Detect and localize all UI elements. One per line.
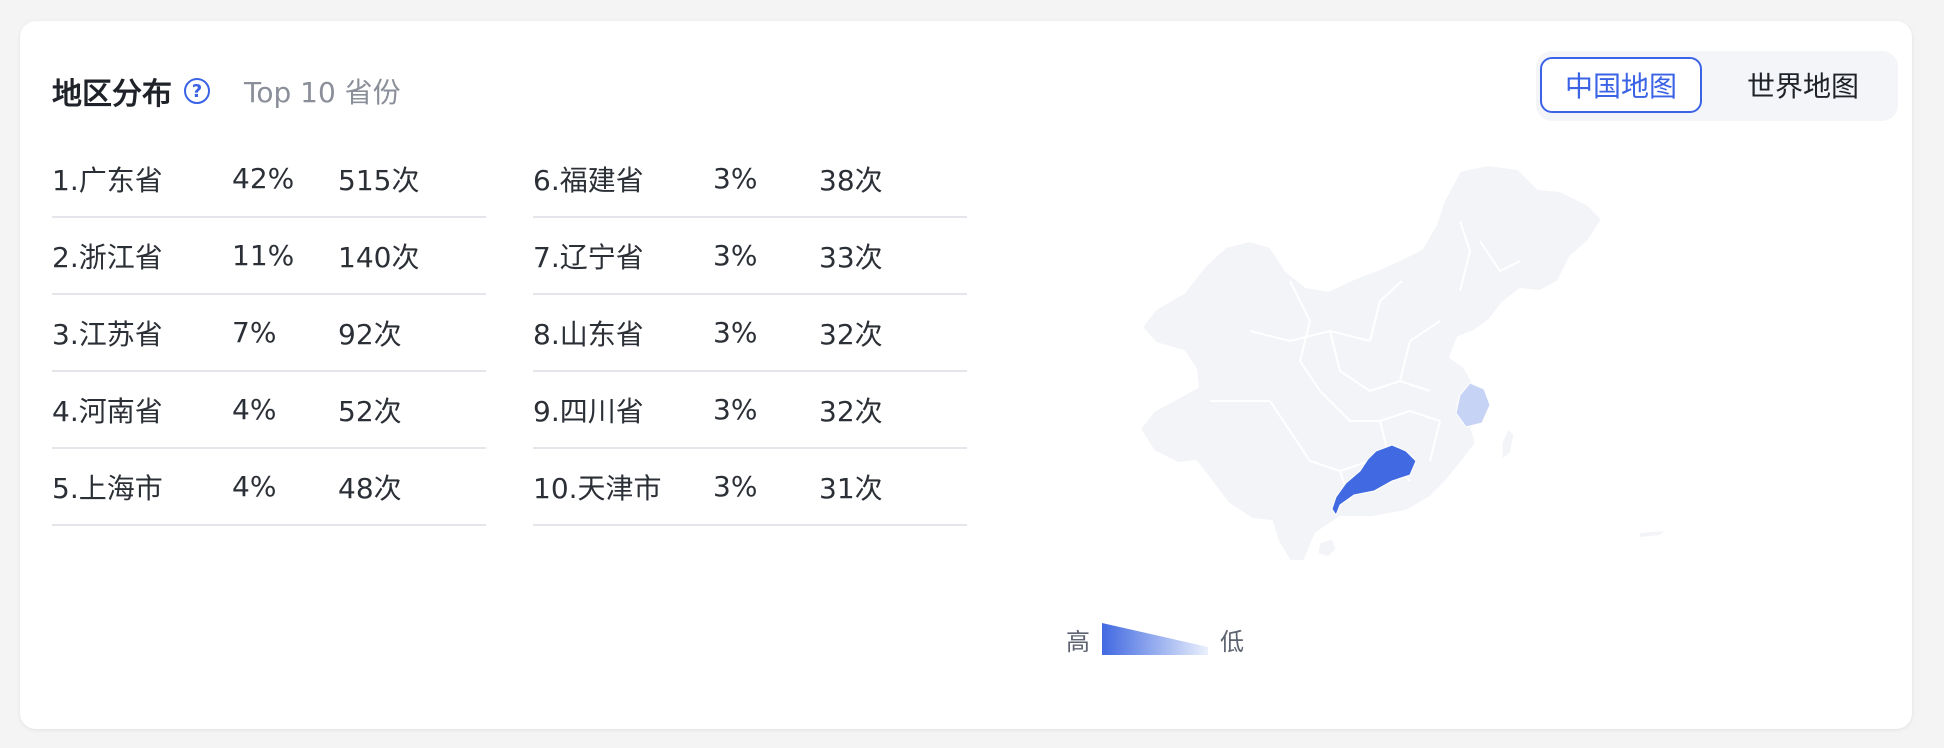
legend-low-label: 低 bbox=[1220, 627, 1244, 656]
ranking-table-right: 6.福建省 3% 38次 7.辽宁省 3% 33次 8.山东省 3% 32次 9… bbox=[533, 141, 967, 526]
province-hainan[interactable] bbox=[1317, 538, 1337, 558]
province-percent: 3% bbox=[713, 239, 758, 272]
province-count: 33次 bbox=[819, 240, 883, 274]
legend-high-label: 高 bbox=[1066, 627, 1090, 656]
province-name: 2.浙江省 bbox=[52, 240, 163, 274]
table-row: 2.浙江省 11% 140次 bbox=[52, 218, 486, 295]
province-name: 3.江苏省 bbox=[52, 317, 163, 351]
province-percent: 3% bbox=[713, 316, 758, 349]
province-name: 8.山东省 bbox=[533, 317, 644, 351]
map-type-switch: 中国地图 世界地图 bbox=[1536, 51, 1898, 121]
province-count: 32次 bbox=[819, 394, 883, 428]
province-name: 10.天津市 bbox=[533, 471, 662, 505]
province-name: 7.辽宁省 bbox=[533, 240, 644, 274]
province-percent: 3% bbox=[713, 162, 758, 195]
table-row: 7.辽宁省 3% 33次 bbox=[533, 218, 967, 295]
province-percent: 42% bbox=[232, 162, 295, 195]
china-map-tab[interactable]: 中国地图 bbox=[1540, 57, 1702, 113]
table-row: 3.江苏省 7% 92次 bbox=[52, 295, 486, 372]
region-distribution-card: 地区分布 ? Top 10 省份 中国地图 世界地图 1.广东省 42% 515… bbox=[20, 21, 1912, 729]
province-count: 38次 bbox=[819, 163, 883, 197]
province-name: 9.四川省 bbox=[533, 394, 644, 428]
province-count: 52次 bbox=[338, 394, 402, 428]
table-row: 9.四川省 3% 32次 bbox=[533, 372, 967, 449]
province-name: 4.河南省 bbox=[52, 394, 163, 428]
province-count: 92次 bbox=[338, 317, 402, 351]
legend-gradient bbox=[1102, 623, 1208, 655]
province-percent: 7% bbox=[232, 316, 277, 349]
province-percent: 4% bbox=[232, 470, 277, 503]
card-subtitle: Top 10 省份 bbox=[244, 76, 401, 109]
table-row: 4.河南省 4% 52次 bbox=[52, 372, 486, 449]
province-percent: 3% bbox=[713, 470, 758, 503]
card-header: 地区分布 ? Top 10 省份 bbox=[52, 71, 401, 112]
world-map-tab[interactable]: 世界地图 bbox=[1722, 57, 1884, 113]
china-map bbox=[1140, 163, 1664, 562]
table-row: 5.上海市 4% 48次 bbox=[52, 449, 486, 526]
province-name: 1.广东省 bbox=[52, 163, 163, 197]
question-circle-icon[interactable]: ? bbox=[184, 78, 210, 104]
table-row: 10.天津市 3% 31次 bbox=[533, 449, 967, 526]
province-percent: 11% bbox=[232, 239, 295, 272]
card-title: 地区分布 bbox=[52, 77, 172, 112]
table-row: 8.山东省 3% 32次 bbox=[533, 295, 967, 372]
ranking-table-left: 1.广东省 42% 515次 2.浙江省 11% 140次 3.江苏省 7% 9… bbox=[52, 141, 486, 526]
province-percent: 3% bbox=[713, 393, 758, 426]
province-name: 6.福建省 bbox=[533, 163, 644, 197]
province-count: 48次 bbox=[338, 471, 402, 505]
province-name: 5.上海市 bbox=[52, 471, 163, 505]
province-count: 515次 bbox=[338, 163, 420, 197]
province-count: 140次 bbox=[338, 240, 420, 274]
map-legend: 高 低 bbox=[1066, 619, 1244, 659]
south-sea-islands bbox=[1640, 531, 1664, 537]
table-row: 6.福建省 3% 38次 bbox=[533, 141, 967, 218]
province-count: 31次 bbox=[819, 471, 883, 505]
table-row: 1.广东省 42% 515次 bbox=[52, 141, 486, 218]
province-taiwan[interactable] bbox=[1501, 428, 1515, 460]
province-percent: 4% bbox=[232, 393, 277, 426]
china-map-mainland bbox=[1140, 163, 1604, 562]
province-count: 32次 bbox=[819, 317, 883, 351]
